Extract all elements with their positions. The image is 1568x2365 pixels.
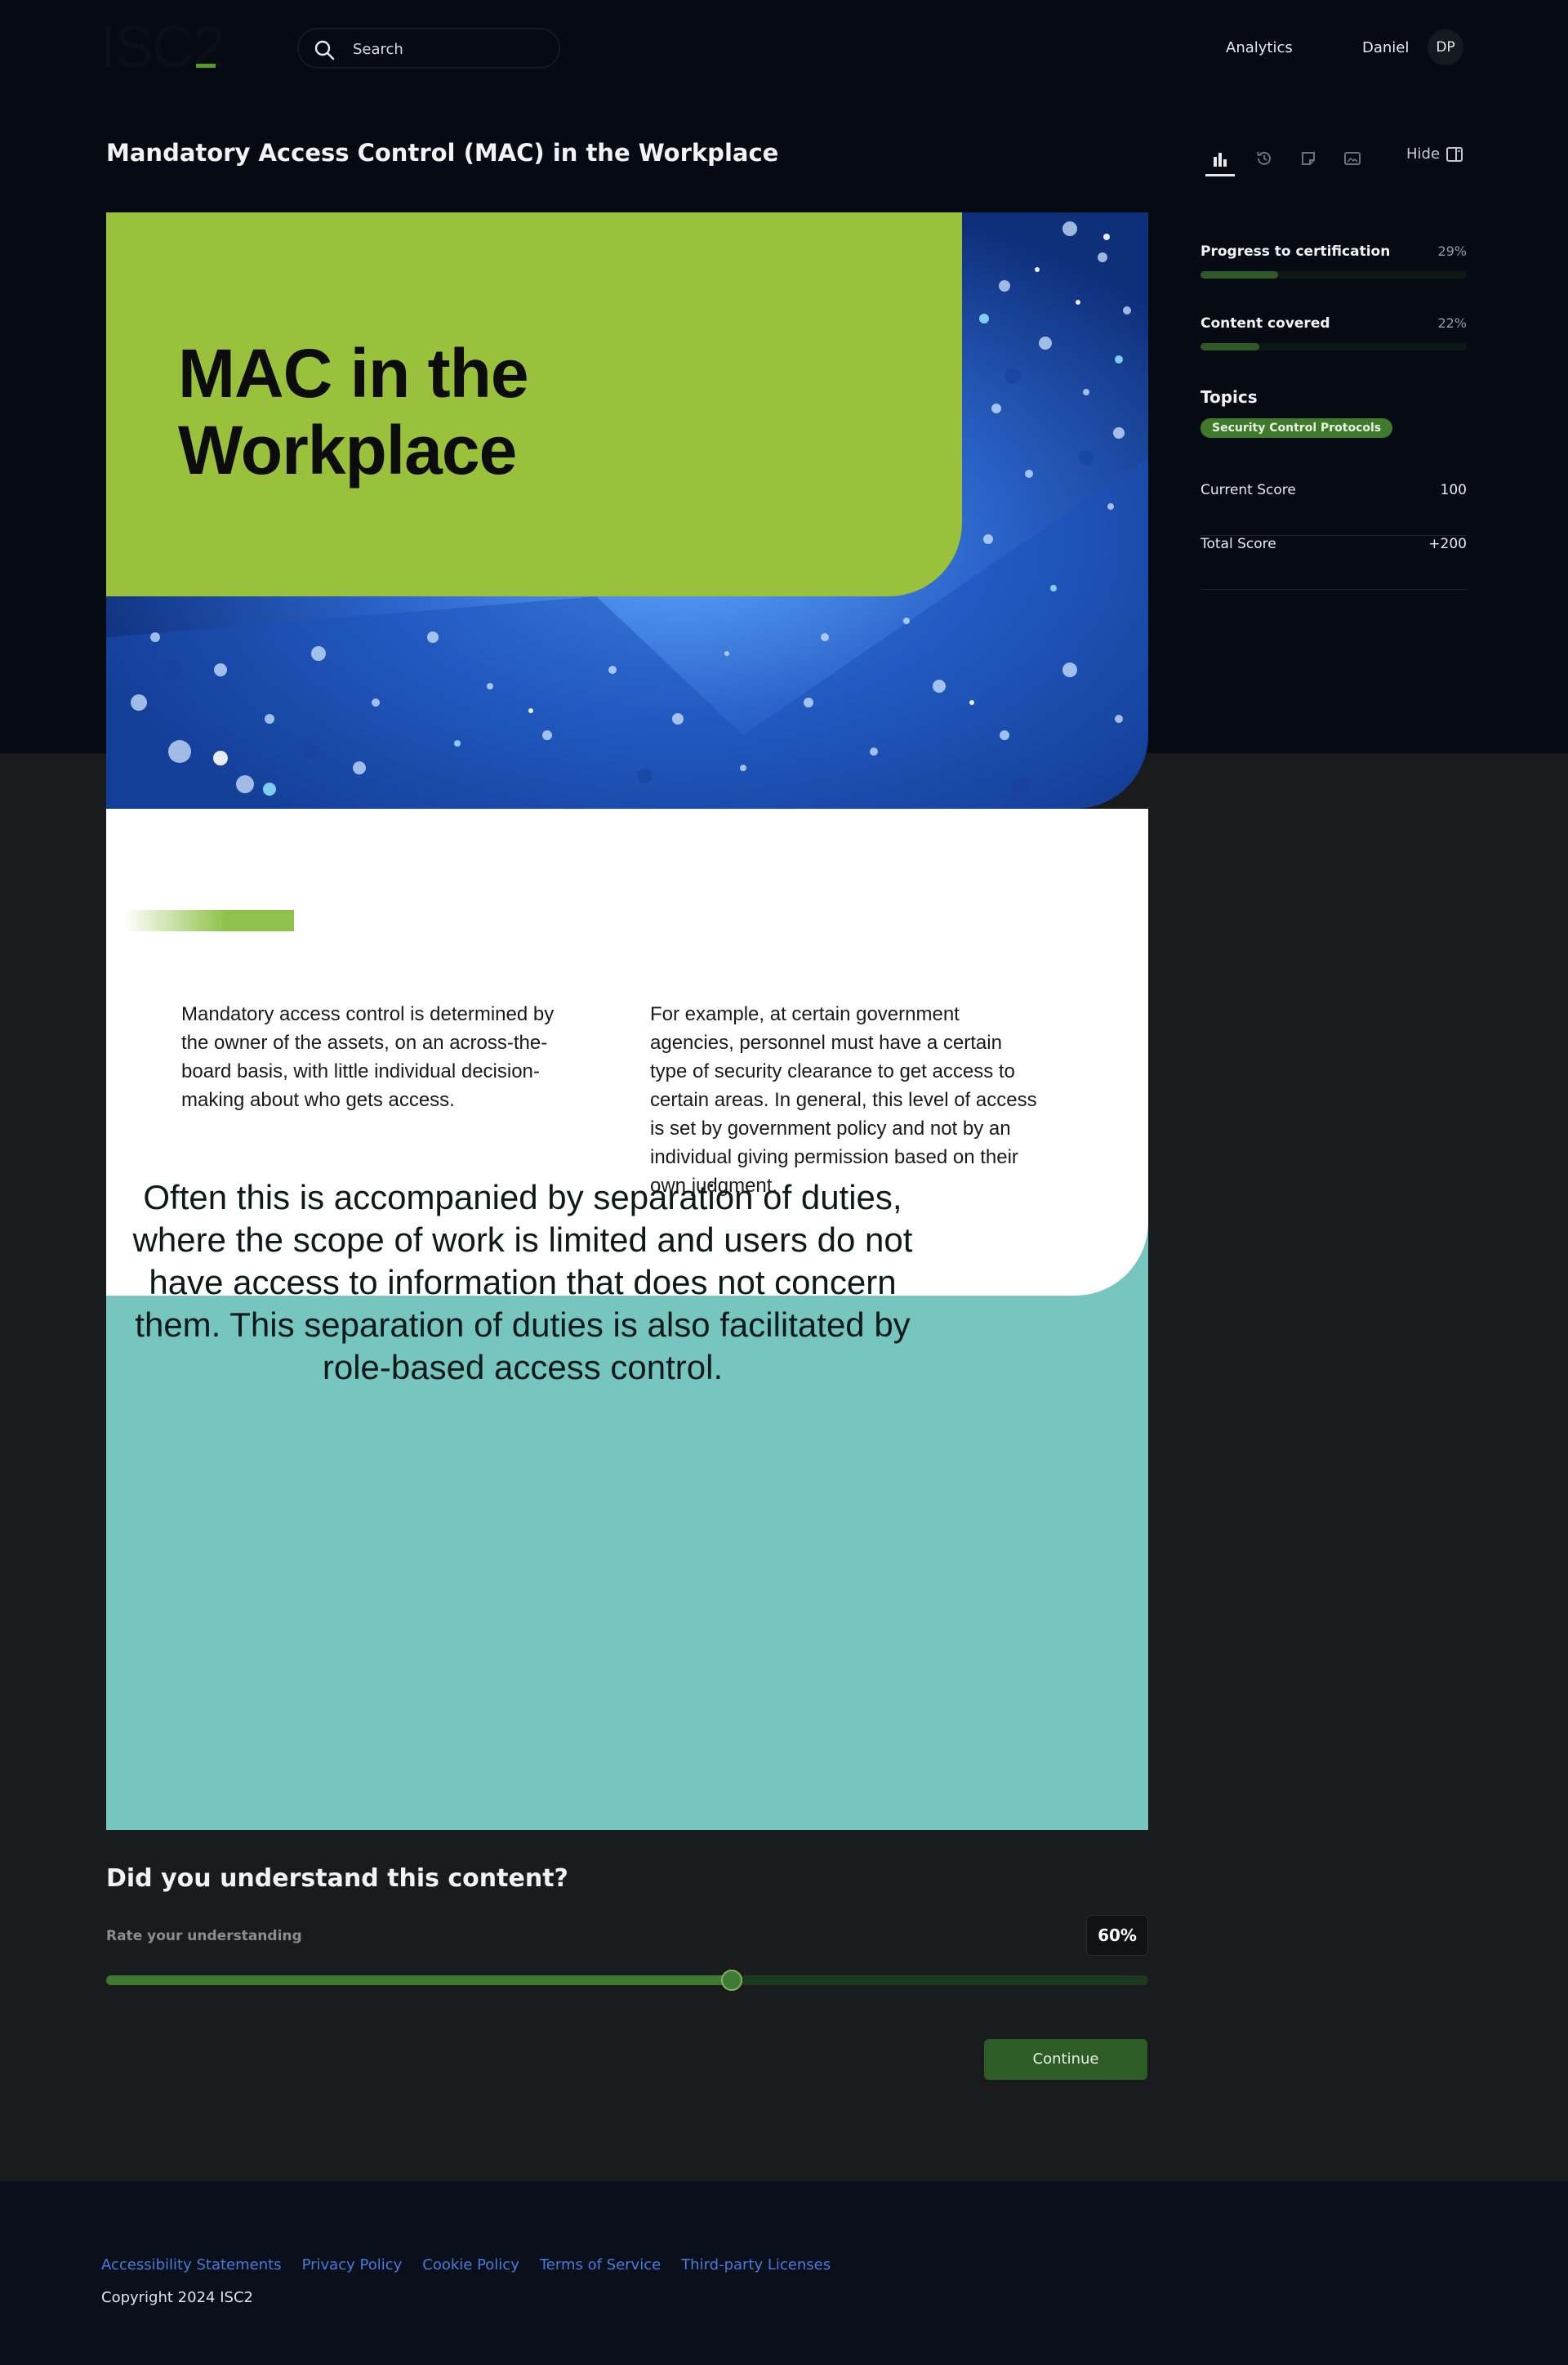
content-covered-bar <box>1200 343 1467 350</box>
current-score-row: Current Score 100 <box>1200 482 1467 536</box>
search-input[interactable]: Search <box>297 28 560 69</box>
content-covered: Content covered 22% <box>1200 315 1467 350</box>
copyright-text: Copyright 2024 ISC2 <box>101 2289 253 2306</box>
page-title: Mandatory Access Control (MAC) in the Wo… <box>106 139 779 167</box>
hero-title: MAC in the Workplace <box>178 335 529 489</box>
history-icon <box>1257 151 1271 165</box>
hide-sidebar-button[interactable]: Hide <box>1406 145 1463 163</box>
progress-label: Progress to certification <box>1200 243 1391 260</box>
nav-user-name[interactable]: Daniel <box>1362 39 1409 56</box>
search-placeholder: Search <box>353 41 403 58</box>
avatar[interactable]: DP <box>1428 29 1463 65</box>
total-score-label: Total Score <box>1200 536 1276 552</box>
topics-heading: Topics <box>1200 387 1258 407</box>
hide-label: Hide <box>1406 145 1441 163</box>
continue-button[interactable]: Continue <box>984 2039 1147 2080</box>
footer-link-cookie[interactable]: Cookie Policy <box>422 2256 519 2274</box>
hero-title-line2: Workplace <box>178 412 517 489</box>
body-column-2: For example, at certain government agenc… <box>650 1003 1037 1197</box>
stats-tab[interactable] <box>1205 144 1235 176</box>
footer-link-accessibility[interactable]: Accessibility Statements <box>101 2256 282 2274</box>
rate-value-display: 60% <box>1086 1915 1148 1956</box>
bar-chart-icon <box>1214 152 1227 167</box>
lesson-card: MAC in the Workplace Mandatory access co… <box>106 212 1148 1830</box>
hero-banner: MAC in the Workplace <box>106 212 1148 809</box>
slider-fill <box>106 1975 732 1985</box>
isc2-logo[interactable]: ISC2 <box>100 15 225 80</box>
progress-value: 29% <box>1437 243 1467 259</box>
content-covered-value: 22% <box>1437 315 1467 331</box>
footer: Accessibility Statements Privacy Policy … <box>0 2181 1568 2365</box>
panel-icon <box>1446 146 1463 162</box>
content-covered-bar-fill <box>1200 343 1259 350</box>
content-covered-label: Content covered <box>1200 315 1330 332</box>
slider-thumb[interactable] <box>720 1970 742 1991</box>
total-score-value: +200 <box>1428 536 1467 552</box>
topic-chip[interactable]: Security Control Protocols <box>1200 418 1393 438</box>
callout-text: Often this is accompanied by separation … <box>132 1178 913 1386</box>
body-column-1: Mandatory access control is determined b… <box>181 1003 555 1111</box>
current-score-label: Current Score <box>1200 482 1296 498</box>
hero-title-panel: MAC in the Workplace <box>106 212 962 596</box>
footer-link-privacy[interactable]: Privacy Policy <box>302 2256 403 2274</box>
top-header: ISC2 Search Analytics Daniel DP <box>0 0 1568 98</box>
nav-analytics-link[interactable]: Analytics <box>1226 39 1293 56</box>
history-tab[interactable] <box>1250 144 1279 173</box>
image-icon <box>1344 152 1361 165</box>
note-icon <box>1302 152 1315 165</box>
current-score-value: 100 <box>1440 482 1467 498</box>
progress-bar <box>1200 271 1467 279</box>
progress-certification: Progress to certification 29% <box>1200 243 1467 279</box>
search-icon <box>314 40 335 60</box>
notes-tab[interactable] <box>1294 144 1323 173</box>
progress-bar-fill <box>1200 271 1278 279</box>
understanding-slider[interactable] <box>106 1970 1148 1991</box>
total-score-row: Total Score +200 <box>1200 536 1467 590</box>
decorative-accent-line <box>124 910 294 931</box>
media-tab[interactable] <box>1338 144 1367 173</box>
footer-link-terms[interactable]: Terms of Service <box>540 2256 661 2274</box>
rate-label: Rate your understanding <box>106 1928 302 1944</box>
hero-title-line1: MAC in the <box>178 335 529 412</box>
understanding-heading: Did you understand this content? <box>106 1864 568 1893</box>
footer-link-third-party[interactable]: Third-party Licenses <box>681 2256 831 2274</box>
footer-links: Accessibility Statements Privacy Policy … <box>101 2256 831 2274</box>
logo-accent-bar <box>196 64 216 68</box>
logo-text: ISC2 <box>100 15 225 80</box>
